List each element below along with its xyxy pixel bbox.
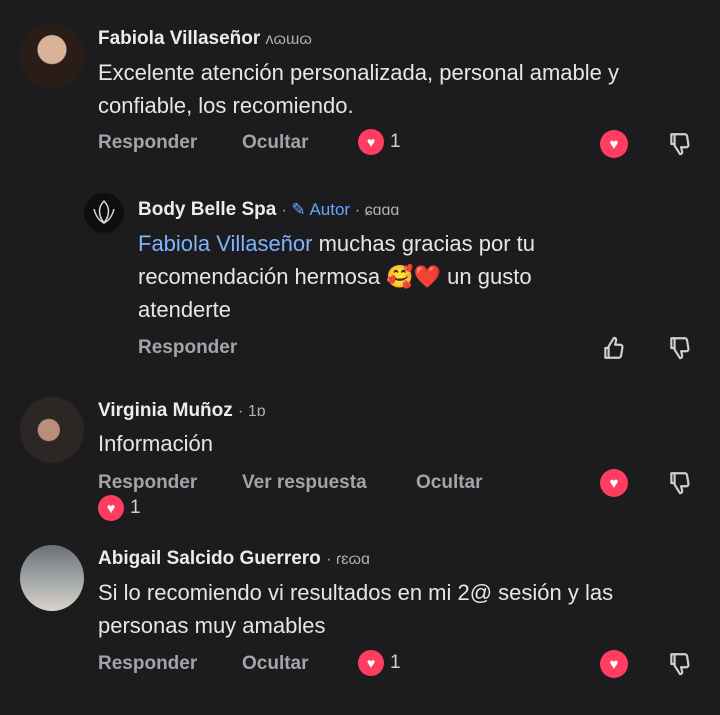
author-name[interactable]: Body Belle Spa: [138, 199, 276, 220]
text-segment: personas muy amables: [98, 613, 326, 638]
text-segment: recomendación hermosa: [138, 264, 387, 289]
comment-time[interactable]: 1ɒ: [248, 403, 266, 420]
comment-text: Si lo recomiendo vi resultados en mi 2@ …: [98, 576, 708, 642]
reaction-count: 1: [390, 131, 401, 152]
heart-icon: ♥: [98, 495, 124, 521]
author-badge-label: Autor: [309, 200, 351, 219]
reply-button[interactable]: Responder: [138, 337, 237, 359]
hide-button[interactable]: Ocultar: [416, 472, 483, 494]
pencil-icon: ✎: [291, 200, 306, 219]
text-segment: un gusto: [441, 264, 532, 289]
heart-icon: ♥: [600, 130, 628, 158]
comment-author[interactable]: Abigail Salcido Guerrero · ɾɛɷɑ: [98, 548, 370, 570]
thumbs-up-icon: [604, 336, 624, 359]
mention-link[interactable]: Fabiola Villaseñor: [138, 231, 312, 256]
comment-author[interactable]: Virginia Muñoz · 1ɒ: [98, 400, 266, 422]
reaction-summary[interactable]: ♥ 1: [358, 129, 401, 155]
comment-text: Información: [98, 431, 213, 456]
dislike-button[interactable]: [666, 130, 694, 158]
dislike-button[interactable]: [666, 469, 694, 497]
spa-logo-icon: [84, 193, 124, 233]
text-segment: atenderte: [138, 297, 231, 322]
hide-button[interactable]: Ocultar: [242, 132, 309, 154]
heart-react-button[interactable]: ♥: [600, 650, 628, 678]
reaction-summary[interactable]: ♥ 1: [98, 495, 141, 521]
text-segment: Si lo recomiendo vi resultados en mi 2@ …: [98, 580, 614, 605]
meta-separator: ·: [281, 202, 292, 219]
comment-time[interactable]: ɾɛɷɑ: [336, 551, 370, 568]
meta-separator: ·: [326, 551, 336, 568]
comment-text: Excelente atención personalizada, person…: [98, 60, 619, 118]
thumbs-down-icon: [670, 653, 690, 676]
author-name[interactable]: Abigail Salcido Guerrero: [98, 548, 321, 569]
like-button[interactable]: [600, 334, 628, 362]
thumbs-down-icon: [670, 133, 690, 156]
meta-separator: ·: [354, 202, 365, 219]
dislike-button[interactable]: [666, 334, 694, 362]
avatar[interactable]: [20, 24, 84, 88]
hide-button[interactable]: Ocultar: [242, 653, 309, 675]
author-badge: ✎ Autor: [291, 200, 354, 219]
thumbs-down-icon: [670, 472, 690, 495]
heart-icon: ♥: [358, 129, 384, 155]
dislike-button[interactable]: [666, 650, 694, 678]
heart-icon: ♥: [600, 469, 628, 497]
avatar[interactable]: [20, 545, 84, 611]
emoji: 🥰❤️: [386, 264, 442, 289]
reaction-summary[interactable]: ♥ 1: [358, 650, 401, 676]
heart-react-button[interactable]: ♥: [600, 130, 628, 158]
comment-text: Fabiola Villaseñor muchas gracias por tu…: [138, 227, 698, 326]
reply-button[interactable]: Responder: [98, 653, 197, 675]
reaction-count: 1: [390, 652, 401, 673]
heart-icon: ♥: [358, 650, 384, 676]
heart-react-button[interactable]: ♥: [600, 469, 628, 497]
text-segment: muchas gracias por tu: [312, 231, 536, 256]
reply-button[interactable]: Responder: [98, 472, 197, 494]
reaction-count: 1: [130, 497, 141, 518]
comment-author[interactable]: Fabiola Villaseñor ʌɷɯɷ: [98, 28, 312, 50]
reply-button[interactable]: Responder: [98, 132, 197, 154]
meta-separator: ·: [238, 403, 248, 420]
author-name[interactable]: Virginia Muñoz: [98, 400, 233, 421]
view-reply-button[interactable]: Ver respuesta: [242, 472, 367, 494]
heart-icon: ♥: [600, 650, 628, 678]
avatar[interactable]: [84, 193, 124, 233]
avatar[interactable]: [20, 397, 84, 463]
thumbs-down-icon: [670, 337, 690, 360]
comment-time[interactable]: ʌɷɯɷ: [266, 31, 312, 48]
comment-time[interactable]: ɕɑɑɑ: [365, 202, 400, 219]
author-name[interactable]: Fabiola Villaseñor: [98, 28, 260, 49]
comment-author[interactable]: Body Belle Spa · ✎ Autor · ɕɑɑɑ: [138, 199, 399, 221]
